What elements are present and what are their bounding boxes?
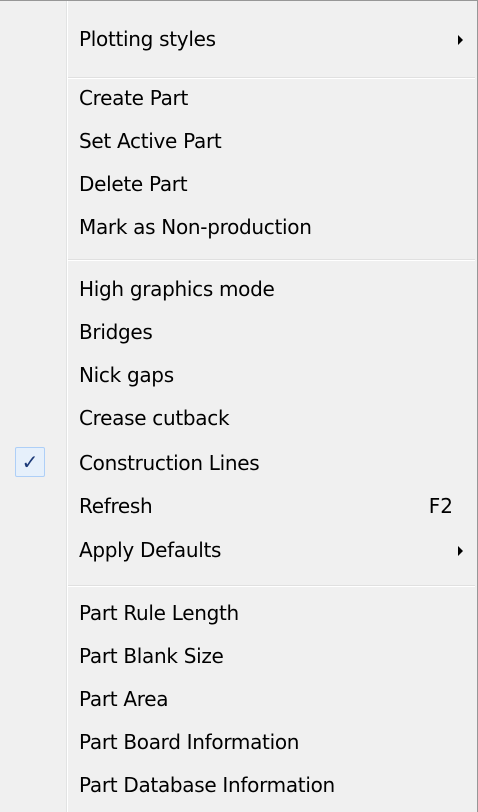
menu-item-crease-cutback[interactable]: Crease cutback (0, 400, 477, 436)
menu-item-part-board-information[interactable]: Part Board Information (0, 724, 477, 760)
menu-item-label: Part Board Information (79, 730, 300, 754)
menu-item-create-part[interactable]: Create Part (0, 80, 477, 116)
menu-separator (68, 77, 475, 79)
menu-item-label: Part Area (79, 687, 169, 711)
menu-item-label: Construction Lines (79, 451, 260, 475)
menu-item-label: Delete Part (79, 172, 188, 196)
menu-item-label: Refresh (79, 494, 153, 518)
menu-item-apply-defaults[interactable]: Apply Defaults (0, 532, 477, 568)
menu-separator (68, 585, 475, 587)
menu-item-mark-non-production[interactable]: Mark as Non-production (0, 209, 477, 245)
menu-item-label: Part Rule Length (79, 601, 239, 625)
checkmark-icon: ✓ (15, 447, 45, 477)
menu-item-label: Nick gaps (79, 363, 174, 387)
menu-item-label: Apply Defaults (79, 538, 222, 562)
menu-item-part-database-information[interactable]: Part Database Information (0, 767, 477, 803)
menu-item-label: Crease cutback (79, 406, 230, 430)
menu-item-label: Part Database Information (79, 773, 335, 797)
shortcut-label: F2 (428, 494, 453, 518)
menu-item-nick-gaps[interactable]: Nick gaps (0, 357, 477, 393)
menu-item-set-active-part[interactable]: Set Active Part (0, 123, 477, 159)
menu-item-delete-part[interactable]: Delete Part (0, 166, 477, 202)
menu-item-label: Part Blank Size (79, 644, 224, 668)
menu-item-refresh[interactable]: Refresh F2 (0, 488, 477, 524)
menu-separator (68, 259, 475, 261)
menu-item-part-blank-size[interactable]: Part Blank Size (0, 638, 477, 674)
menu-item-construction-lines[interactable]: ✓ Construction Lines (0, 445, 477, 481)
menu-item-label: High graphics mode (79, 277, 275, 301)
submenu-arrow-icon (458, 35, 463, 45)
submenu-arrow-icon (458, 546, 463, 556)
menu-item-label: Bridges (79, 320, 153, 344)
menu-item-bridges[interactable]: Bridges (0, 314, 477, 350)
menu-item-label: Mark as Non-production (79, 215, 312, 239)
menu-item-label: Set Active Part (79, 129, 222, 153)
menu-item-part-area[interactable]: Part Area (0, 681, 477, 717)
menu-item-label: Create Part (79, 86, 188, 110)
menu-item-part-rule-length[interactable]: Part Rule Length (0, 595, 477, 631)
context-menu: Plotting styles Create Part Set Active P… (0, 0, 478, 812)
menu-item-label: Plotting styles (79, 27, 216, 51)
menu-item-plotting-styles[interactable]: Plotting styles (0, 21, 477, 57)
menu-item-high-graphics-mode[interactable]: High graphics mode (0, 271, 477, 307)
checkmark-glyph: ✓ (21, 450, 39, 474)
